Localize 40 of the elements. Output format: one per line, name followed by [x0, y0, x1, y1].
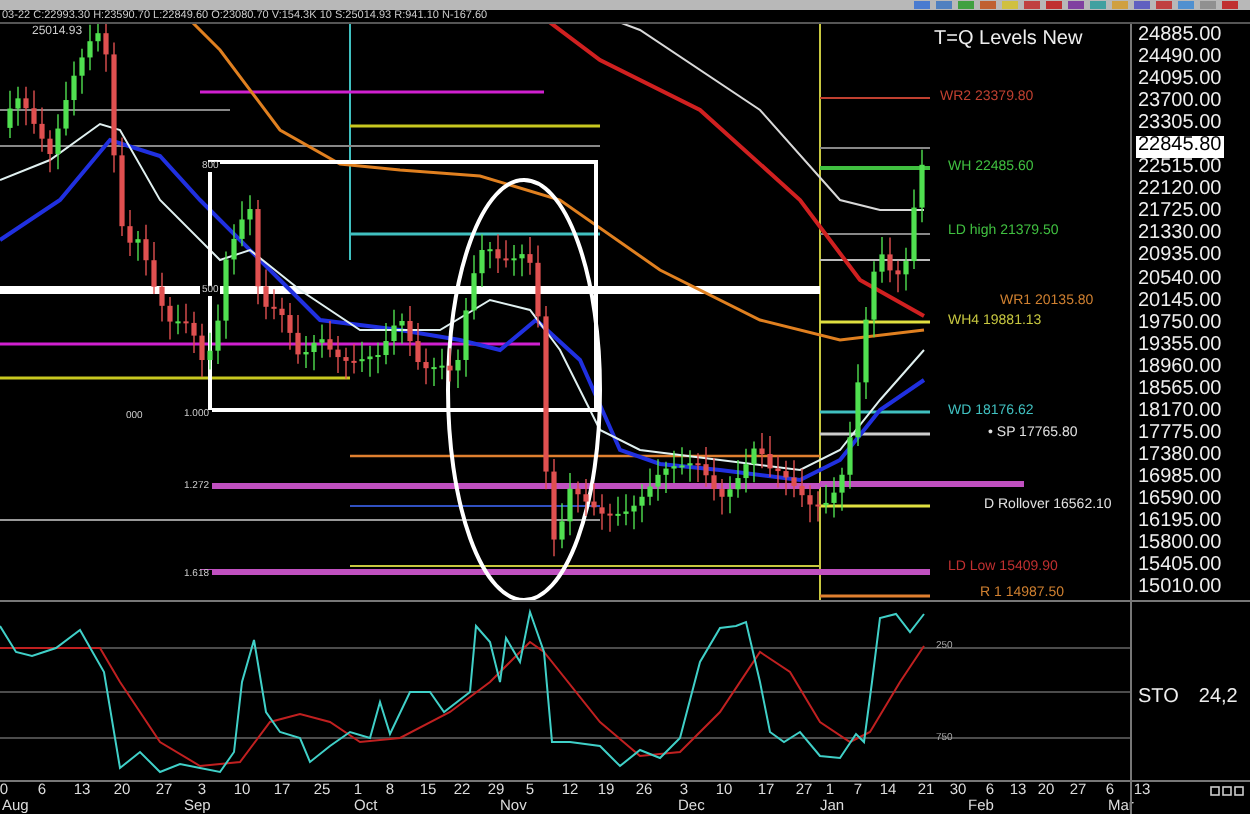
price-label: 20935.00 — [1136, 246, 1224, 268]
price-label: 15010.00 — [1136, 578, 1224, 600]
price-label: 18565.00 — [1136, 379, 1224, 401]
price-label: 16590.00 — [1136, 489, 1224, 511]
price-label: 18170.00 — [1136, 401, 1224, 423]
price-label: 23305.00 — [1136, 114, 1224, 136]
level-line — [819, 97, 931, 99]
price-label: 21330.00 — [1136, 224, 1224, 246]
level-line — [820, 432, 930, 436]
price-label: 15405.00 — [1136, 556, 1224, 578]
indicator-value: 24,2 — [1198, 685, 1238, 707]
price-label: 22515.00 — [1136, 158, 1224, 180]
price-label: 16985.00 — [1136, 467, 1224, 489]
level-line — [820, 166, 930, 170]
price-label: 19355.00 — [1136, 335, 1224, 357]
level-line — [819, 147, 931, 149]
price-label: 16195.00 — [1136, 512, 1224, 534]
level-line — [819, 233, 931, 235]
price-label: 19750.00 — [1136, 313, 1224, 335]
level-line — [820, 410, 930, 414]
indicator-name: STO — [1138, 685, 1179, 707]
level-line — [819, 259, 931, 261]
price-label: 22120.00 — [1136, 180, 1224, 202]
chart-title: T=Q Levels New — [934, 30, 1083, 50]
price-label: 17775.00 — [1136, 423, 1224, 445]
level-line — [820, 320, 930, 324]
level-line — [820, 594, 930, 598]
price-label: 24095.00 — [1136, 70, 1224, 92]
current-price-label: 22845.80 — [1136, 136, 1224, 158]
price-label: 24885.00 — [1136, 26, 1224, 47]
level-line — [820, 504, 930, 508]
price-label: 20540.00 — [1136, 269, 1224, 291]
price-label: 24490.00 — [1136, 48, 1224, 70]
price-label: 20145.00 — [1136, 291, 1224, 313]
price-label: 21725.00 — [1136, 202, 1224, 224]
price-label: 15800.00 — [1136, 534, 1224, 556]
price-label: 18960.00 — [1136, 357, 1224, 379]
price-label: 23700.00 — [1136, 92, 1224, 114]
window-buttons-icon — [1210, 786, 1244, 796]
price-label: 17380.00 — [1136, 445, 1224, 467]
